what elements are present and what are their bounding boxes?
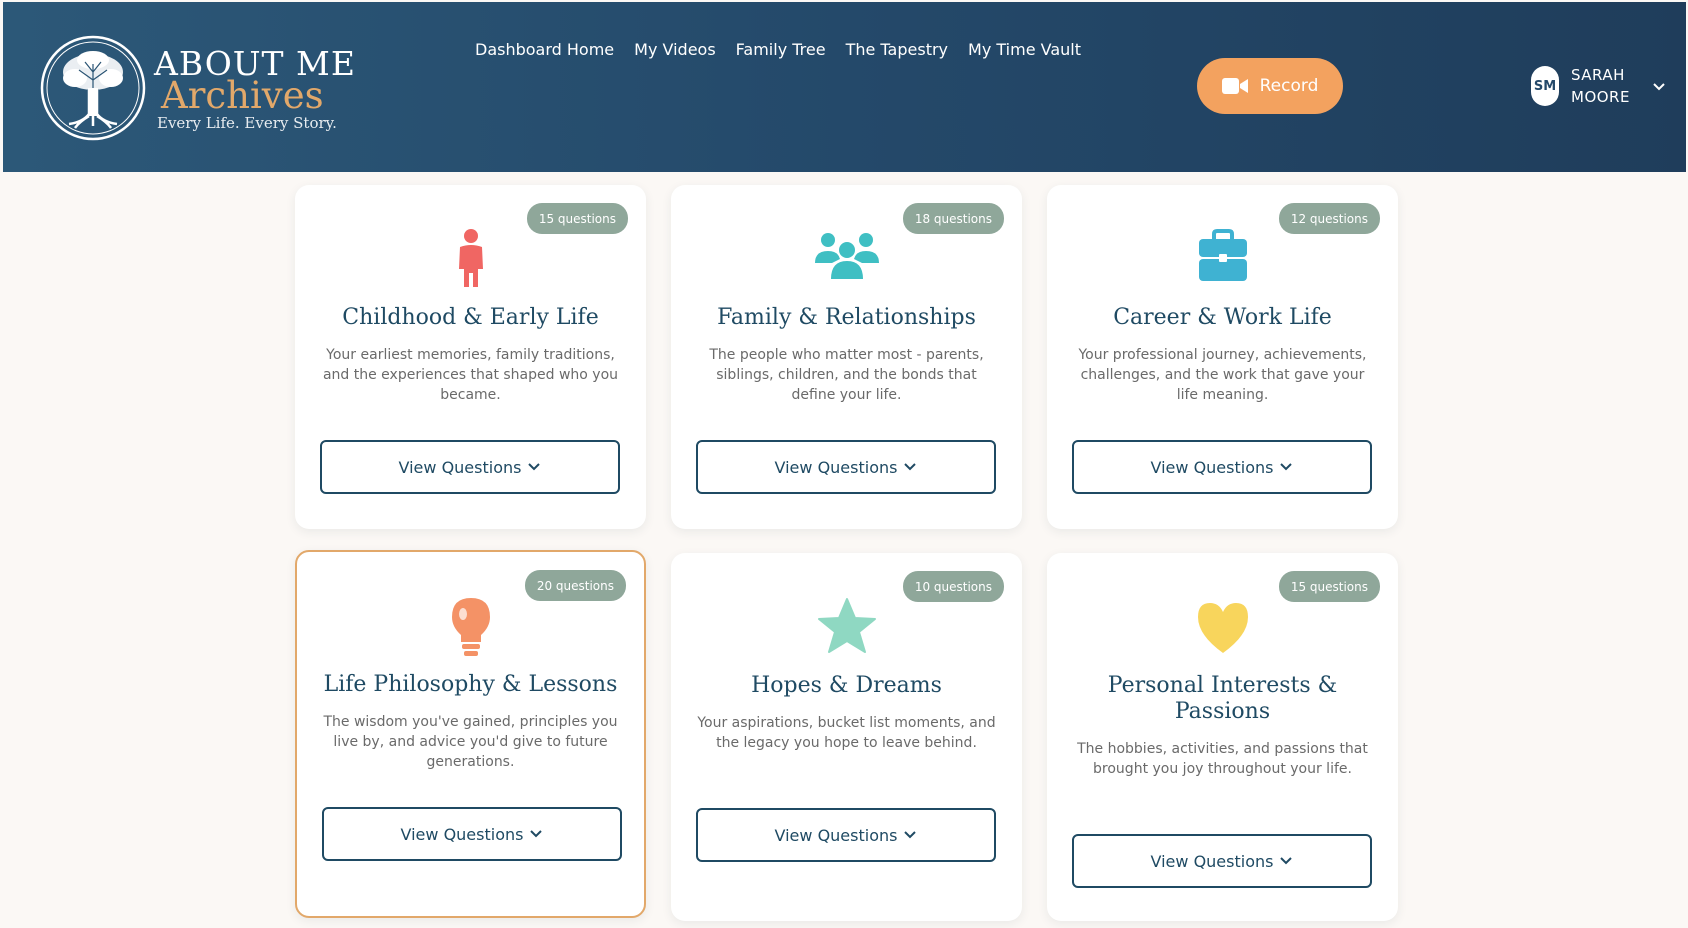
main-nav: Dashboard Home My Videos Family Tree The…	[475, 40, 1081, 59]
question-count-badge: 15 questions	[1278, 571, 1380, 602]
brand-tagline: Every Life. Every Story.	[157, 114, 337, 132]
chevron-down-icon	[1280, 463, 1293, 471]
brand-logo[interactable]: ABOUT ME Archives Every Life. Every Stor…	[39, 32, 379, 144]
card-title: Hopes & Dreams	[751, 673, 942, 698]
user-first-name: SARAH	[1571, 66, 1625, 84]
nav-dashboard-home[interactable]: Dashboard Home	[475, 40, 614, 59]
nav-my-videos[interactable]: My Videos	[634, 40, 716, 59]
user-name: SARAH MOORE	[1571, 64, 1641, 108]
view-questions-button[interactable]: View Questions	[322, 807, 622, 861]
category-card-hopes-dreams: 10 questions Hopes & Dreams Your aspirat…	[671, 553, 1022, 921]
view-questions-label: View Questions	[774, 457, 898, 477]
chevron-down-icon	[1280, 857, 1293, 865]
question-count-badge: 20 questions	[524, 570, 626, 601]
card-description: The people who matter most - parents, si…	[709, 347, 984, 403]
view-questions-button[interactable]: View Questions	[320, 440, 620, 494]
lightbulb-icon	[451, 598, 490, 656]
category-card-personal-interests: 15 questions Personal Interests & Passio…	[1047, 553, 1398, 921]
card-description: Your aspirations, bucket list moments, a…	[697, 715, 996, 751]
star-icon	[817, 598, 876, 653]
question-count-badge: 10 questions	[902, 571, 1004, 602]
brand-name-line2: Archives	[161, 74, 324, 117]
category-card-life-philosophy: 20 questions Life Philosophy & Lessons T…	[295, 550, 646, 918]
video-camera-icon	[1221, 78, 1248, 94]
record-button-label: Record	[1259, 76, 1319, 96]
card-title: Childhood & Early Life	[342, 305, 599, 330]
record-button[interactable]: Record	[1197, 58, 1343, 114]
question-count-badge: 12 questions	[1278, 203, 1380, 234]
view-questions-button[interactable]: View Questions	[696, 440, 996, 494]
question-count-badge: 15 questions	[526, 203, 628, 234]
category-card-career: 12 questions Career & Work Life Your pro…	[1047, 185, 1398, 529]
card-description: The hobbies, activities, and passions th…	[1077, 741, 1368, 777]
chevron-down-icon	[904, 831, 917, 839]
view-questions-button[interactable]: View Questions	[696, 808, 996, 862]
avatar: SM	[1531, 66, 1559, 106]
people-icon	[814, 233, 879, 279]
user-last-name: MOORE	[1571, 88, 1630, 106]
card-description: The wisdom you've gained, principles you…	[323, 714, 618, 770]
chevron-down-icon	[528, 463, 541, 471]
card-title: Career & Work Life	[1113, 305, 1332, 330]
card-title: Personal Interests & Passions	[1107, 673, 1338, 724]
tree-logo-icon	[40, 35, 146, 141]
heart-icon	[1197, 603, 1248, 653]
view-questions-label: View Questions	[1150, 851, 1274, 871]
child-icon	[458, 229, 483, 287]
view-questions-button[interactable]: View Questions	[1072, 440, 1372, 494]
view-questions-label: View Questions	[774, 825, 898, 845]
card-title: Family & Relationships	[717, 305, 976, 330]
nav-the-tapestry[interactable]: The Tapestry	[846, 40, 948, 59]
view-questions-button[interactable]: View Questions	[1072, 834, 1372, 888]
card-description: Your professional journey, achievements,…	[1078, 347, 1367, 403]
nav-family-tree[interactable]: Family Tree	[736, 40, 826, 59]
top-header: ABOUT ME Archives Every Life. Every Stor…	[3, 2, 1686, 172]
user-menu[interactable]: SM SARAH MOORE	[1531, 64, 1667, 108]
category-card-childhood: 15 questions Childhood & Early Life Your…	[295, 185, 646, 529]
category-card-family: 18 questions Family & Relationships The …	[671, 185, 1022, 529]
card-description: Your earliest memories, family tradition…	[322, 347, 619, 403]
briefcase-icon	[1198, 229, 1247, 281]
question-count-badge: 18 questions	[902, 203, 1004, 234]
view-questions-label: View Questions	[1150, 457, 1274, 477]
nav-my-time-vault[interactable]: My Time Vault	[968, 40, 1081, 59]
chevron-down-icon	[904, 463, 917, 471]
chevron-down-icon[interactable]	[1651, 78, 1667, 94]
chevron-down-icon	[530, 830, 543, 838]
card-title: Life Philosophy & Lessons	[323, 672, 618, 697]
view-questions-label: View Questions	[400, 824, 524, 844]
view-questions-label: View Questions	[398, 457, 522, 477]
